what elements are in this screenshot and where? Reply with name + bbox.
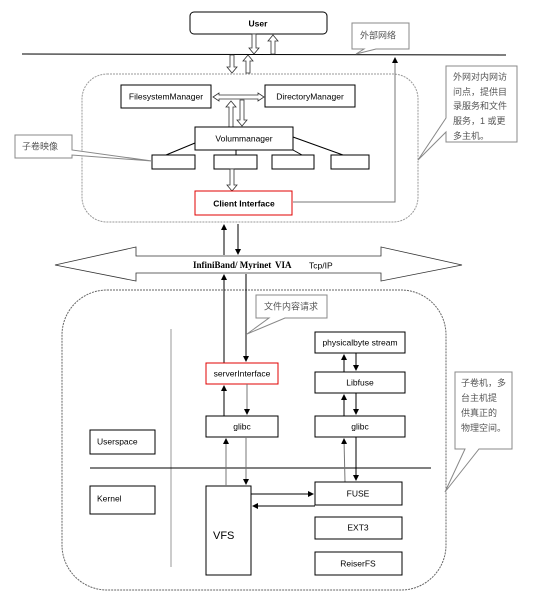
libfuse-node: Libfuse bbox=[314, 371, 406, 394]
svg-text:Userspace: Userspace bbox=[97, 436, 138, 446]
subvolume-box bbox=[271, 154, 315, 170]
hollow-arrows-top bbox=[226, 33, 279, 74]
fuse-node: FUSE bbox=[314, 481, 403, 506]
svg-text:Volummanager: Volummanager bbox=[215, 133, 272, 143]
external-network-callout: 外部网络 bbox=[351, 22, 410, 55]
svg-text:glibc: glibc bbox=[351, 421, 369, 431]
subvolume-box bbox=[151, 154, 196, 170]
access-point-callout: 外网对内网访 问点，提供目 录服务和文件 服务，1 或更 多主机。 bbox=[417, 65, 518, 161]
client-to-external-line bbox=[293, 57, 398, 203]
svg-text:Client Interface: Client Interface bbox=[213, 198, 275, 208]
reiserfs-node: ReiserFS bbox=[314, 551, 403, 576]
vfs-node: VFS bbox=[205, 485, 252, 576]
svg-text:ReiserFS: ReiserFS bbox=[340, 558, 376, 568]
subvolume-machine-callout: 子卷机，多 台主机提 供真正的 物理空间。 bbox=[444, 371, 513, 493]
user-label: User bbox=[249, 18, 269, 28]
svg-text:DirectoryManager: DirectoryManager bbox=[276, 91, 344, 101]
svg-text:physicalbyte stream: physicalbyte stream bbox=[322, 337, 397, 347]
svg-text:FUSE: FUSE bbox=[347, 488, 370, 498]
svg-text:物理空间。: 物理空间。 bbox=[461, 422, 506, 433]
svg-text:文件内容请求: 文件内容请求 bbox=[264, 300, 318, 311]
glibc-left-node: glibc bbox=[205, 415, 279, 438]
physicalbyte-stream-node: physicalbyte stream bbox=[314, 331, 406, 354]
svg-text:Libfuse: Libfuse bbox=[346, 377, 374, 387]
svg-text:FilesystemManager: FilesystemManager bbox=[129, 91, 203, 101]
svg-text:子卷机，多: 子卷机，多 bbox=[461, 377, 506, 388]
svg-text:台主机提: 台主机提 bbox=[461, 392, 497, 403]
subvolume-box bbox=[330, 154, 370, 170]
file-content-request-callout: 文件内容请求 bbox=[246, 294, 328, 335]
external-network-line bbox=[21, 53, 507, 56]
infiniband-label: InfiniBand/ Myrinet bbox=[193, 260, 271, 270]
subvolume-image-callout: 子卷映像 bbox=[14, 134, 153, 162]
ext3-node: EXT3 bbox=[314, 516, 403, 540]
svg-text:供真正的: 供真正的 bbox=[461, 407, 497, 418]
svg-text:外部网络: 外部网络 bbox=[360, 29, 396, 40]
filesystem-manager-node: FilesystemManager bbox=[120, 84, 212, 109]
via-label: VIA bbox=[275, 260, 292, 270]
directory-manager-node: DirectoryManager bbox=[264, 84, 356, 108]
glibc-right-node: glibc bbox=[314, 415, 406, 438]
svg-text:子卷映像: 子卷映像 bbox=[22, 140, 58, 151]
svg-text:glibc: glibc bbox=[233, 421, 251, 431]
client-interface-node: Client Interface bbox=[194, 190, 293, 216]
svg-text:Kernel: Kernel bbox=[97, 493, 122, 503]
volum-manager-node: Volummanager bbox=[194, 126, 294, 151]
arrow-down-volum bbox=[236, 99, 248, 127]
tcpip-label: Tcp/IP bbox=[309, 260, 333, 270]
arrow-up-volum bbox=[225, 100, 237, 128]
double-arrow-managers bbox=[212, 92, 265, 102]
svg-text:serverInterface: serverInterface bbox=[214, 368, 271, 378]
server-interface-node: serverInterface bbox=[205, 362, 279, 385]
svg-text:EXT3: EXT3 bbox=[347, 522, 369, 532]
kernel-label-box: Kernel bbox=[89, 485, 156, 515]
svg-text:问点，提供目: 问点，提供目 bbox=[453, 86, 507, 97]
arrow-down-client bbox=[226, 168, 238, 192]
user-node: User bbox=[189, 11, 328, 35]
subvolume-box bbox=[213, 154, 258, 170]
svg-text:多主机。: 多主机。 bbox=[453, 130, 489, 141]
svg-text:服务，1 或更: 服务，1 或更 bbox=[453, 115, 506, 126]
userspace-label-box: Userspace bbox=[89, 429, 156, 455]
svg-text:VFS: VFS bbox=[213, 530, 234, 542]
svg-text:外网对内网访: 外网对内网访 bbox=[453, 71, 507, 82]
svg-text:录服务和文件: 录服务和文件 bbox=[453, 100, 507, 111]
architecture-diagram: User 外部网络 FilesystemManager DirectoryMan… bbox=[14, 11, 518, 591]
